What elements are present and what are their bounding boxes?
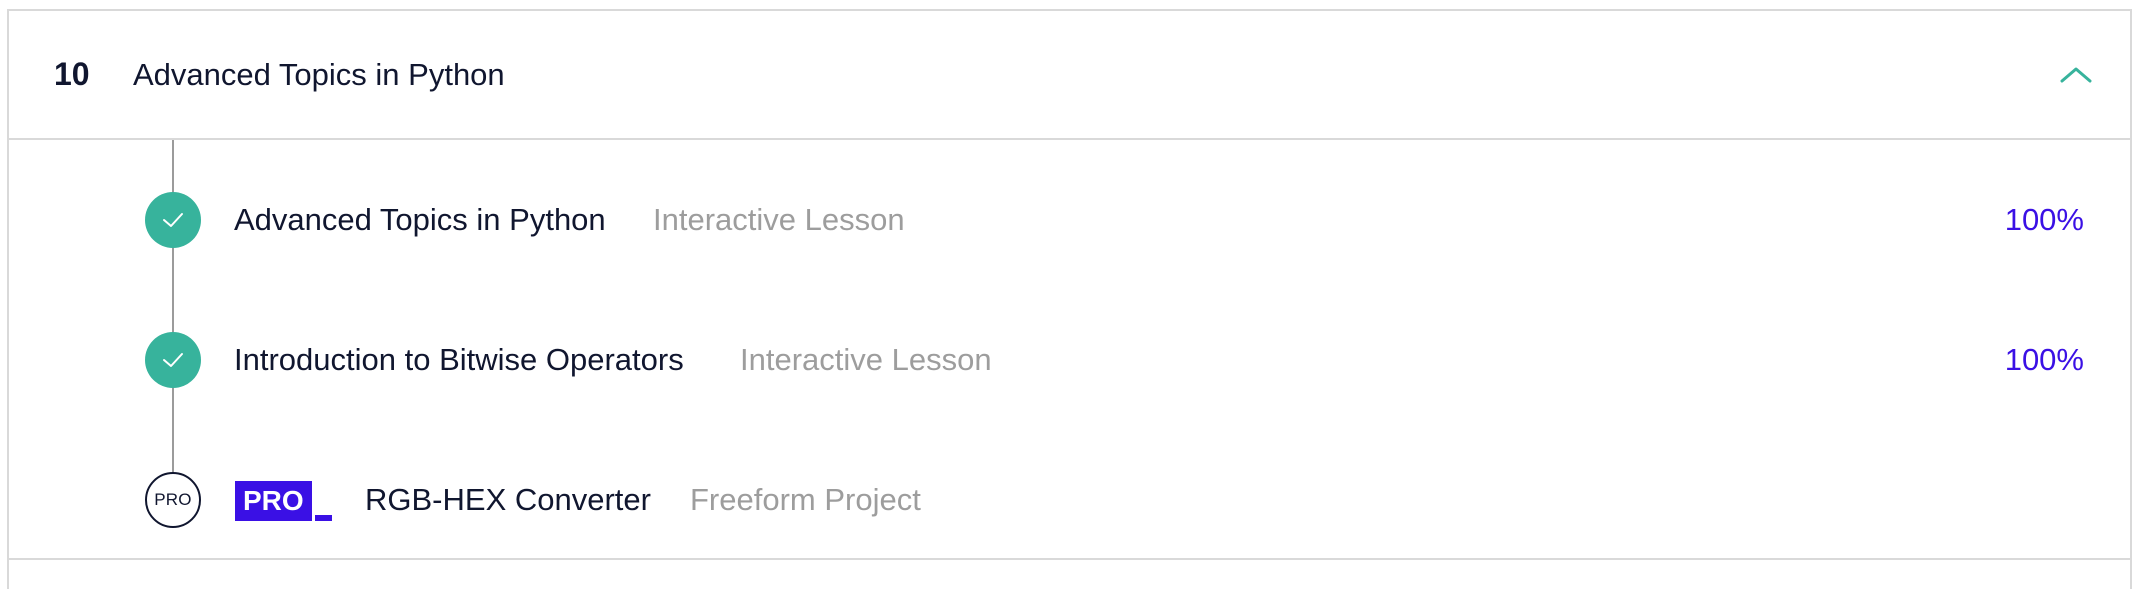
module-number: 10 — [54, 56, 90, 92]
check-icon — [163, 353, 183, 367]
check-icon — [163, 213, 183, 227]
pro-status-badge: PRO — [145, 472, 201, 528]
list-item[interactable]: Advanced Topics in Python Interactive Le… — [9, 170, 2130, 270]
progress-percent: 100% — [2004, 202, 2084, 237]
module-header[interactable]: 10 Advanced Topics in Python — [9, 11, 2130, 140]
list-item[interactable]: PRO PRO RGB-HEX Converter Freeform Proje… — [9, 450, 2130, 550]
completed-status-badge — [145, 332, 201, 388]
pro-badge: PRO — [235, 481, 312, 521]
lesson-type-label: Interactive Lesson — [653, 202, 905, 237]
lesson-title-link[interactable]: Introduction to Bitwise Operators — [234, 310, 684, 410]
lesson-type-label: Interactive Lesson — [740, 342, 992, 377]
collapse-toggle-button[interactable] — [2056, 55, 2096, 95]
chevron-up-icon — [2060, 67, 2092, 83]
project-type-label: Freeform Project — [690, 482, 921, 517]
module-title: Advanced Topics in Python — [133, 57, 505, 92]
pro-badge-underline — [315, 515, 332, 521]
module-panel: 10 Advanced Topics in Python Advanced To… — [7, 9, 2132, 589]
lesson-title-link[interactable]: Advanced Topics in Python — [234, 170, 606, 270]
completed-status-badge — [145, 192, 201, 248]
project-title-link[interactable]: RGB-HEX Converter — [365, 450, 651, 550]
list-item[interactable]: Introduction to Bitwise Operators Intera… — [9, 310, 2130, 410]
divider — [7, 558, 2132, 560]
progress-percent: 100% — [2004, 342, 2084, 377]
